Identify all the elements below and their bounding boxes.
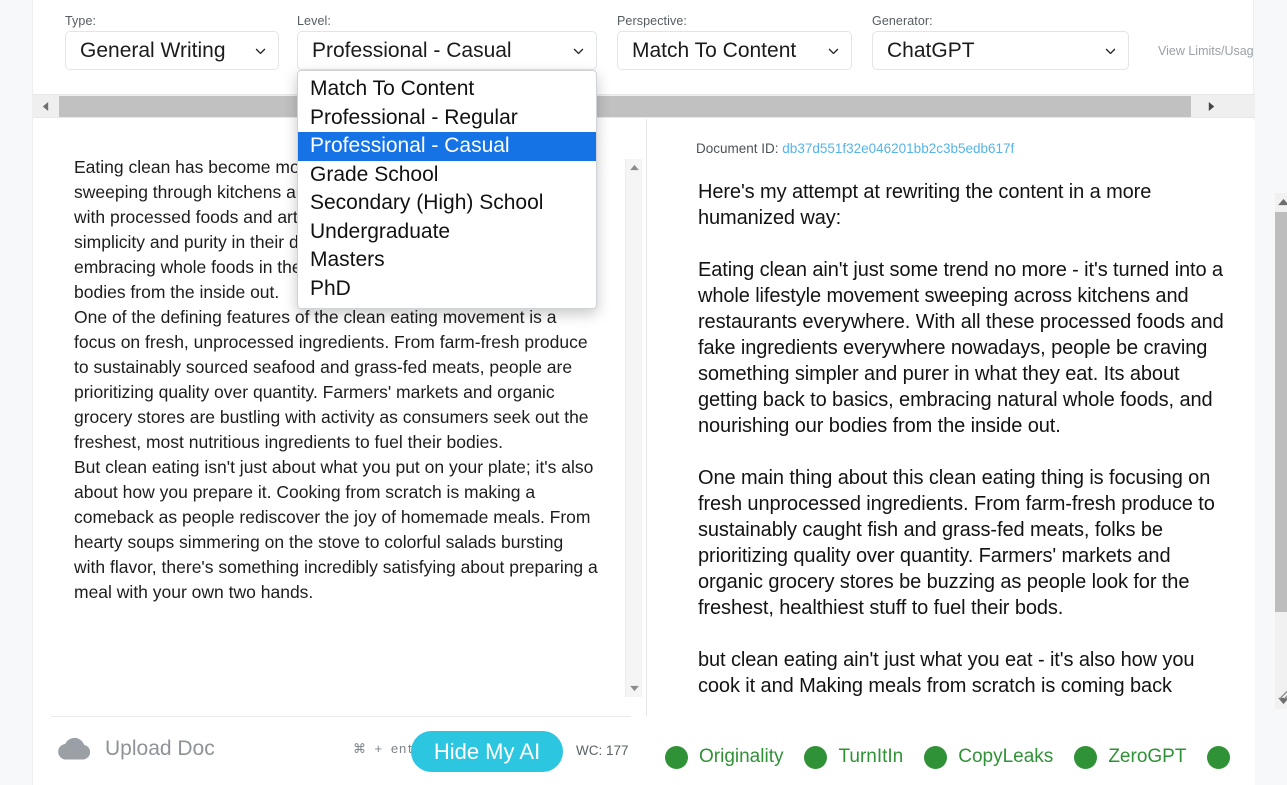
level-option-professional-casual[interactable]: Professional - Casual (298, 132, 596, 161)
view-limits-link[interactable]: View Limits/Usag (1158, 44, 1254, 58)
detector-item-overflow[interactable] (1207, 745, 1241, 769)
level-option-match-to-content[interactable]: Match To Content (298, 75, 596, 104)
resize-grip-icon[interactable] (1275, 686, 1287, 703)
output-paragraph: Eating clean ain't just some trend no mo… (698, 259, 1224, 437)
editor-panes: Eating clean has become more than just a… (33, 119, 1287, 716)
output-textarea[interactable]: Here's my attempt at rewriting the conte… (694, 167, 1254, 709)
scroll-up-arrow-icon[interactable] (626, 159, 642, 176)
app-root: Type: General Writing Level: Professiona… (32, 0, 1287, 785)
level-control: Level: Professional - Casual (297, 14, 597, 70)
detector-item-zerogpt[interactable]: ZeroGPT (1074, 745, 1187, 769)
detector-label: ZeroGPT (1108, 746, 1187, 767)
status-dot-icon (665, 745, 688, 769)
cloud-upload-icon (55, 736, 93, 762)
status-dot-icon (804, 745, 828, 769)
horizontal-scrollbar-thumb[interactable] (59, 96, 1191, 117)
perspective-select[interactable]: Match To Content (617, 31, 852, 70)
word-count: WC: 177 (576, 743, 629, 758)
level-select[interactable]: Professional - Casual (297, 31, 597, 70)
detector-label: CopyLeaks (958, 746, 1054, 767)
generator-control: Generator: ChatGPT (872, 14, 1129, 70)
scroll-down-arrow-icon[interactable] (626, 680, 642, 697)
detector-status-list: Originality TurnItIn CopyLeaks ZeroGPT (665, 737, 1262, 777)
perspective-label: Perspective: (617, 14, 687, 28)
hide-my-ai-button[interactable]: Hide My AI (411, 731, 563, 772)
output-vertical-scrollbar[interactable] (1275, 193, 1287, 709)
output-area: Here's my attempt at rewriting the conte… (694, 167, 1287, 709)
level-option-phd[interactable]: PhD (298, 275, 596, 304)
level-option-undergraduate[interactable]: Undergraduate (298, 218, 596, 247)
output-paragraph: but clean eating ain't just what you eat… (698, 649, 1195, 697)
horizontal-scrollbar[interactable] (33, 94, 1255, 118)
generator-select[interactable]: ChatGPT (872, 31, 1129, 70)
upload-doc-label: Upload Doc (105, 737, 215, 760)
type-select[interactable]: General Writing (65, 31, 279, 70)
upload-doc-button[interactable]: Upload Doc (55, 736, 215, 762)
type-select-value: General Writing (80, 38, 226, 62)
document-id-value[interactable]: db37d551f32e046201bb2c3b5edb617f (782, 141, 1014, 156)
chevron-down-icon (572, 44, 585, 57)
generator-select-value: ChatGPT (887, 38, 975, 62)
scroll-up-arrow-icon[interactable] (1275, 193, 1287, 210)
bottom-toolbar: Upload Doc ⌘ + enter Hide My AI WC: 177 … (33, 716, 1255, 785)
detector-item-copyleaks[interactable]: CopyLeaks (924, 745, 1054, 769)
perspective-select-value: Match To Content (632, 38, 797, 62)
chevron-down-icon (1104, 44, 1117, 57)
document-id: Document ID: db37d551f32e046201bb2c3b5ed… (696, 141, 1014, 156)
output-paragraph: Here's my attempt at rewriting the conte… (698, 181, 1152, 229)
chevron-down-icon (827, 44, 840, 57)
source-vertical-scrollbar[interactable] (625, 159, 642, 697)
status-dot-icon (1207, 745, 1231, 769)
detector-label: Originality (699, 746, 784, 767)
scroll-left-arrow-icon[interactable] (33, 95, 57, 117)
level-option-secondary-high-school[interactable]: Secondary (High) School (298, 189, 596, 218)
level-select-value: Professional - Casual (312, 38, 512, 62)
pane-divider (646, 119, 647, 716)
output-scrollbar-thumb[interactable] (1275, 212, 1287, 612)
level-label: Level: (297, 14, 331, 28)
settings-toolbar: Type: General Writing Level: Professiona… (33, 0, 1254, 88)
chevron-down-icon (254, 44, 267, 57)
output-paragraph: One main thing about this clean eating t… (698, 467, 1215, 619)
level-option-masters[interactable]: Masters (298, 246, 596, 275)
detector-item-turnitin[interactable]: TurnItIn (804, 745, 904, 769)
source-paragraph: One of the defining features of the clea… (74, 307, 589, 452)
scroll-right-arrow-icon[interactable] (1199, 95, 1223, 117)
generator-label: Generator: (872, 14, 933, 28)
document-id-label: Document ID: (696, 141, 779, 156)
type-control: Type: General Writing (65, 14, 279, 70)
output-pane: Document ID: db37d551f32e046201bb2c3b5ed… (678, 119, 1287, 716)
perspective-control: Perspective: Match To Content (617, 14, 852, 70)
bottom-divider (51, 716, 631, 717)
detector-label: TurnItIn (838, 746, 904, 767)
source-paragraph: But clean eating isn't just about what y… (74, 457, 598, 602)
detector-item-originality[interactable]: Originality (665, 745, 784, 769)
level-option-grade-school[interactable]: Grade School (298, 161, 596, 190)
level-option-professional-regular[interactable]: Professional - Regular (298, 104, 596, 133)
status-dot-icon (924, 745, 948, 769)
level-dropdown-menu[interactable]: Match To Content Professional - Regular … (297, 70, 597, 309)
status-dot-icon (1074, 745, 1098, 769)
type-label: Type: (65, 14, 97, 28)
